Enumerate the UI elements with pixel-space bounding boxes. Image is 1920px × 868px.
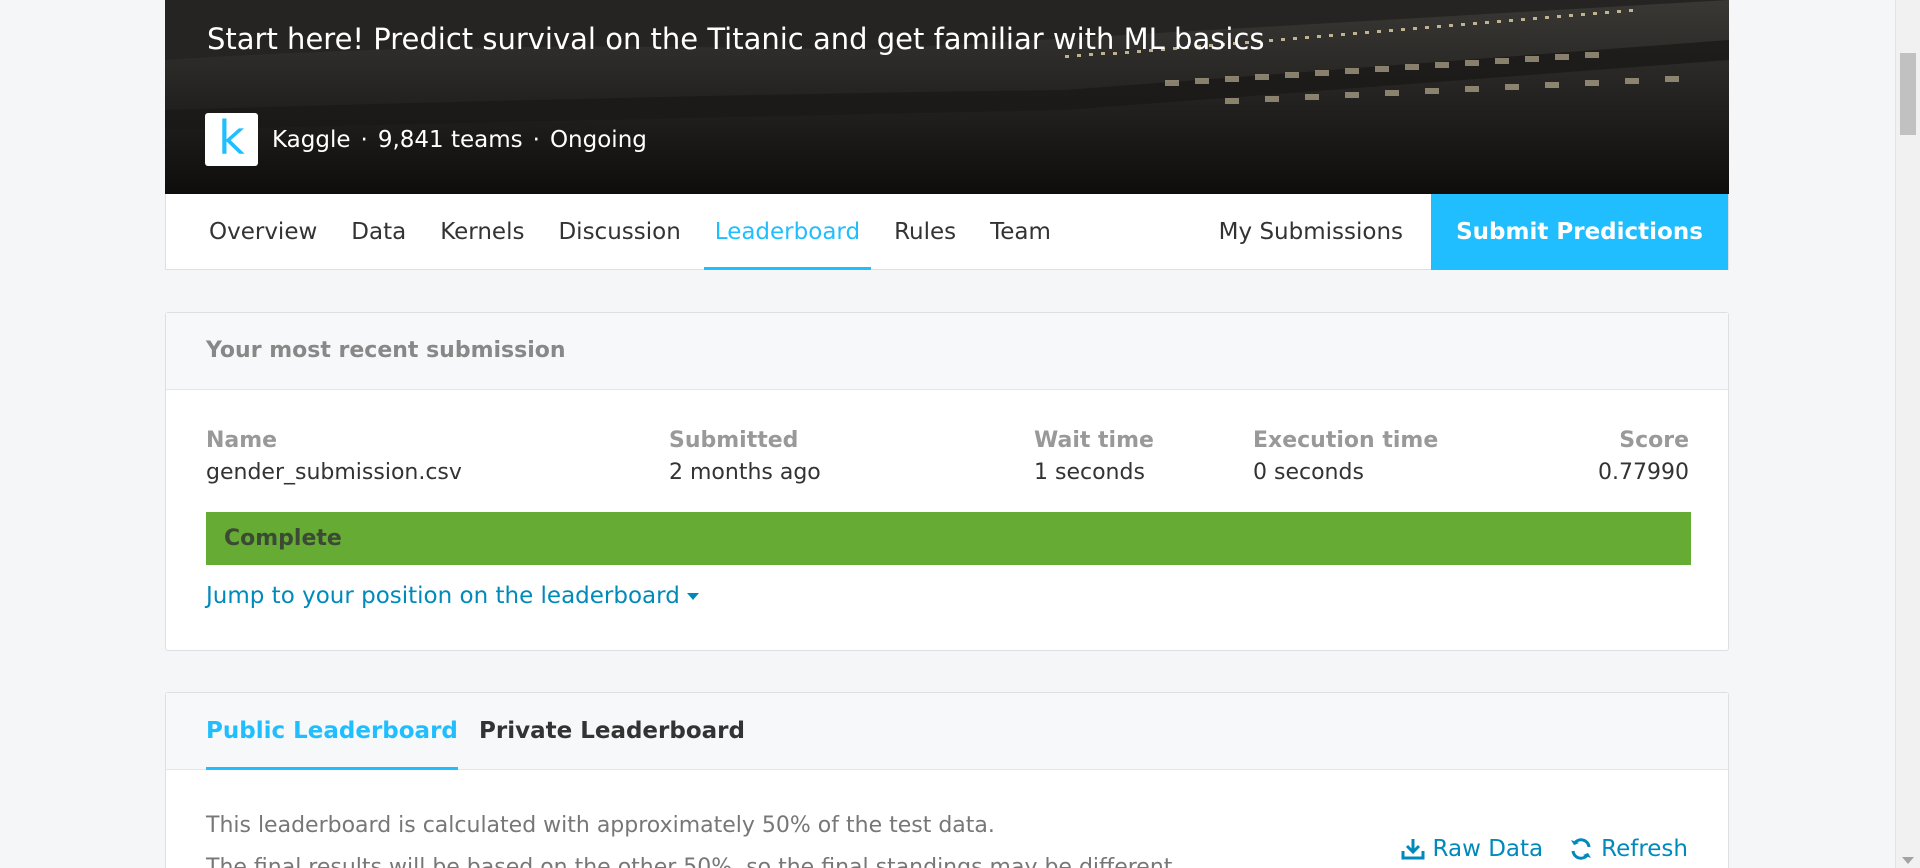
download-icon[interactable] [1401, 838, 1425, 860]
leaderboard-card: Public Leaderboard Private Leaderboard T… [165, 692, 1729, 868]
tab-leaderboard[interactable]: Leaderboard [698, 194, 877, 270]
separator-dot: · [532, 126, 540, 153]
competition-subtitle: Start here! Predict survival on the Tita… [207, 22, 1265, 56]
refresh-button[interactable]: Refresh [1569, 836, 1688, 862]
tab-discussion[interactable]: Discussion [541, 194, 697, 270]
score-value: 0.77990 [1598, 460, 1689, 485]
raw-data-button[interactable]: Raw Data [1401, 836, 1544, 862]
tab-kernels[interactable]: Kernels [423, 194, 541, 270]
scroll-down-arrow-icon[interactable] [1902, 857, 1914, 864]
host-name[interactable]: Kaggle [272, 127, 351, 153]
jump-link-label[interactable]: Jump to your position on the leaderboard [206, 583, 680, 609]
teams-count: 9,841 teams [377, 126, 523, 153]
submission-file-name: gender_submission.csv [206, 460, 462, 485]
submission-details: Name gender_submission.csv Submitted 2 m… [166, 426, 1728, 506]
competition-header: Start here! Predict survival on the Tita… [165, 0, 1729, 194]
leaderboard-actions: Raw Data Refresh [1375, 836, 1688, 862]
leaderboard-note-continued: The final results will be based on the o… [206, 855, 1180, 868]
wait-time-value: 1 seconds [1034, 460, 1145, 485]
separator-dot: · [360, 126, 368, 153]
score-column: Score 0.77990 [1598, 426, 1689, 490]
tab-overview[interactable]: Overview [192, 194, 334, 270]
recent-submission-title: Your most recent submission [166, 313, 1728, 390]
my-submissions-link[interactable]: My Submissions [1219, 194, 1403, 270]
execution-time-column: Execution time 0 seconds [1253, 426, 1438, 490]
submitted-column: Submitted 2 months ago [669, 426, 821, 490]
submitted-value: 2 months ago [669, 460, 821, 485]
score-label: Score [1619, 428, 1689, 453]
name-label: Name [206, 428, 278, 453]
wait-time-column: Wait time 1 seconds [1034, 426, 1154, 490]
submission-name-column: Name gender_submission.csv [206, 426, 462, 490]
competition-status: Ongoing [549, 126, 647, 153]
tab-public-leaderboard[interactable]: Public Leaderboard [206, 693, 458, 770]
execution-time-value: 0 seconds [1253, 460, 1364, 485]
jump-to-position-link[interactable]: Jump to your position on the leaderboard [206, 579, 699, 613]
competition-nav: Overview Data Kernels Discussion Leaderb… [165, 194, 1729, 270]
page-scrollbar[interactable] [1895, 0, 1920, 868]
raw-data-label[interactable]: Raw Data [1433, 836, 1544, 862]
tab-private-leaderboard[interactable]: Private Leaderboard [479, 693, 745, 769]
caret-down-icon[interactable] [686, 593, 699, 600]
page: Start here! Predict survival on the Tita… [0, 0, 1920, 868]
submission-status-bar: Complete [206, 512, 1691, 565]
wait-time-label: Wait time [1034, 428, 1154, 453]
competition-meta: k Kaggle · 9,841 teams · Ongoing [205, 113, 647, 166]
kaggle-logo-icon[interactable]: k [205, 113, 258, 166]
refresh-label[interactable]: Refresh [1601, 836, 1688, 862]
leaderboard-tabs: Public Leaderboard Private Leaderboard [166, 693, 1728, 770]
recent-submission-card: Your most recent submission Name gender_… [165, 312, 1729, 651]
tab-team[interactable]: Team [973, 194, 1068, 270]
execution-time-label: Execution time [1253, 428, 1439, 453]
tab-rules[interactable]: Rules [877, 194, 973, 270]
scrollbar-thumb[interactable] [1900, 53, 1916, 135]
submit-predictions-button[interactable]: Submit Predictions [1431, 194, 1728, 270]
nav-tabs: Overview Data Kernels Discussion Leaderb… [166, 194, 1068, 270]
leaderboard-note: This leaderboard is calculated with appr… [206, 813, 995, 838]
refresh-icon[interactable] [1569, 837, 1593, 861]
submitted-label: Submitted [669, 428, 799, 453]
tab-data[interactable]: Data [334, 194, 423, 270]
